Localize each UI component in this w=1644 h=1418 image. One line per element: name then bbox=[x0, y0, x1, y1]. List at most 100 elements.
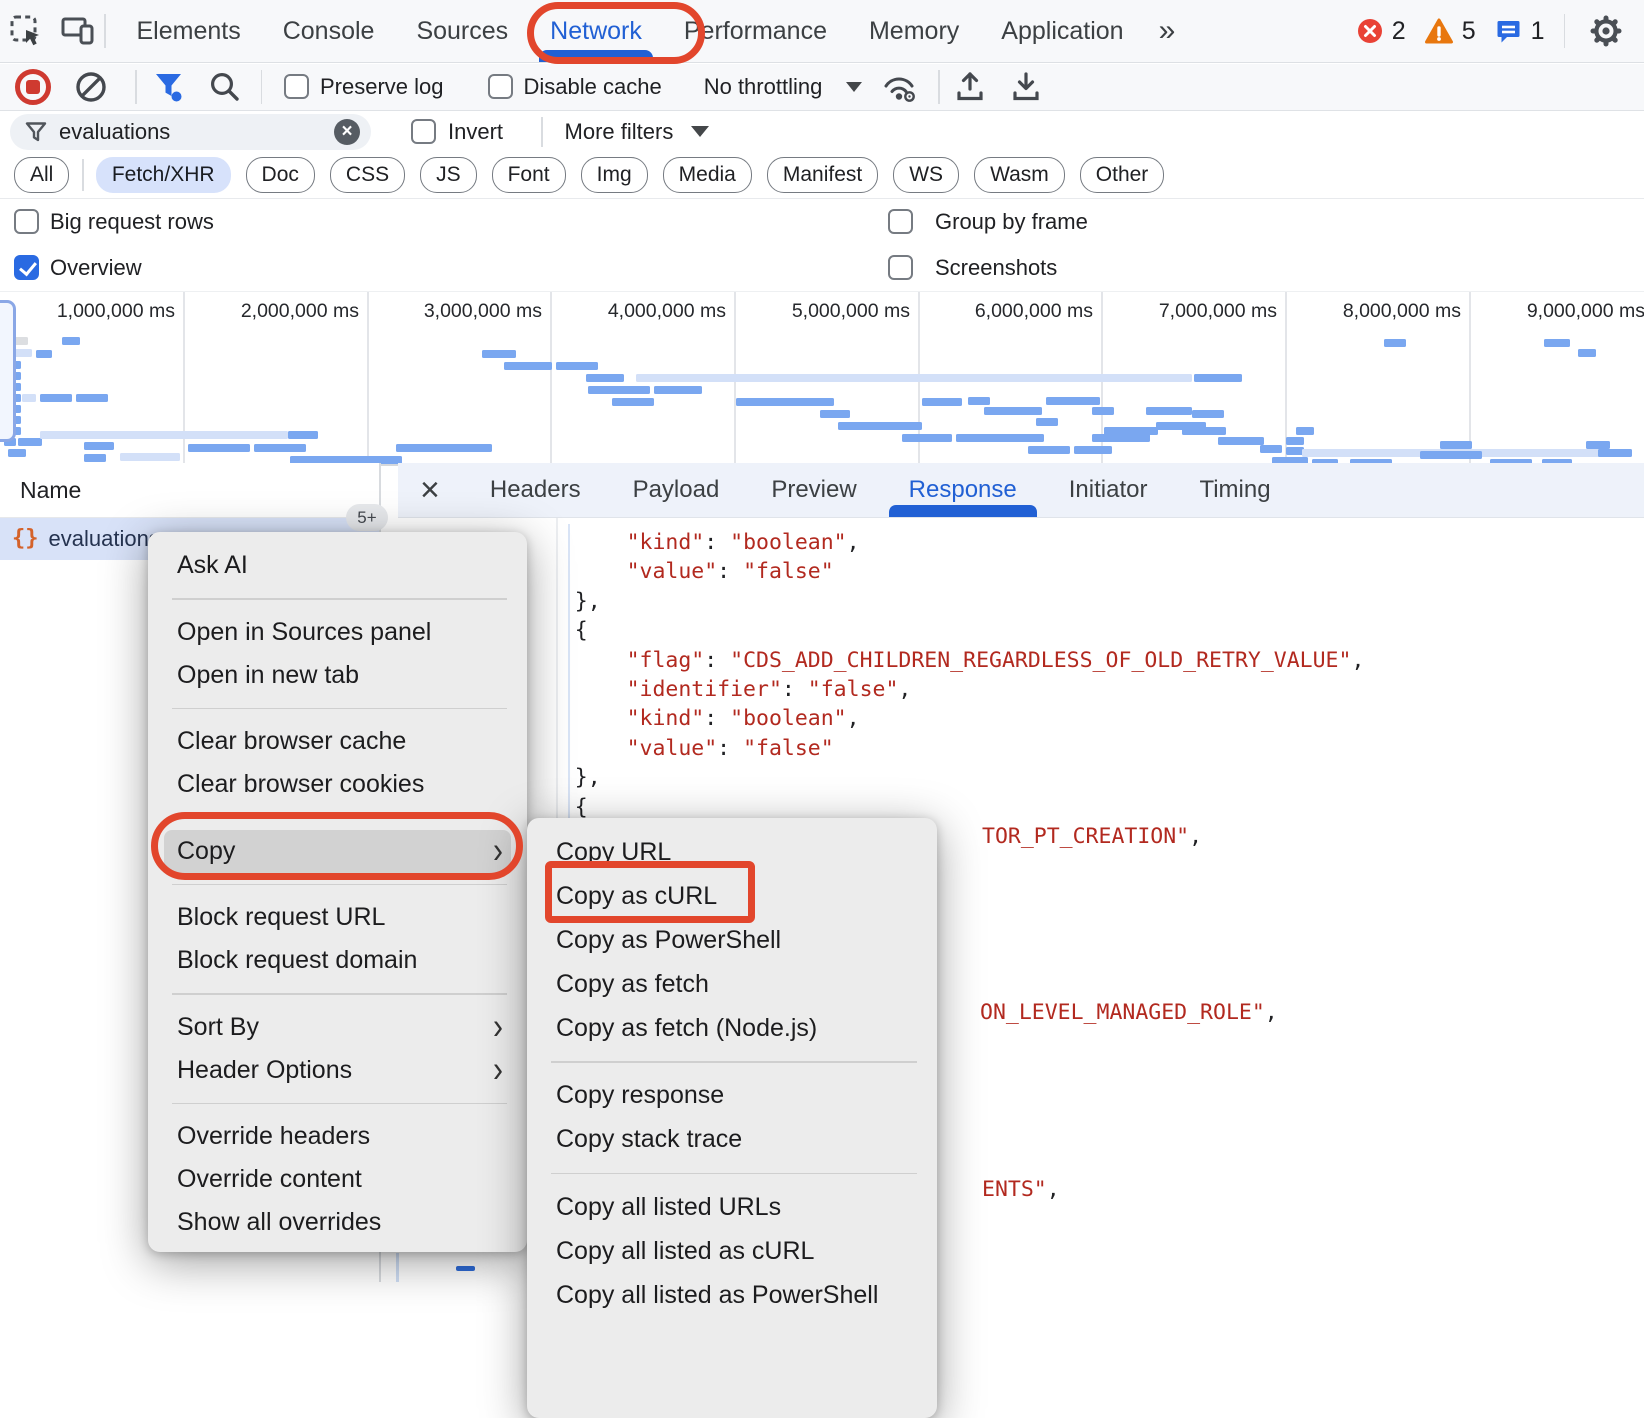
requests-table-header[interactable]: Name bbox=[0, 463, 379, 518]
network-overview-timeline[interactable]: 1,000,000 ms2,000,000 ms3,000,000 ms4,00… bbox=[0, 291, 1644, 466]
menu-separator bbox=[172, 598, 507, 600]
type-filter-wasm[interactable]: Wasm bbox=[974, 157, 1065, 193]
filter-input[interactable]: evaluations × bbox=[10, 114, 371, 150]
warning-count: 5 bbox=[1462, 17, 1476, 46]
invert-checkbox[interactable] bbox=[411, 119, 436, 144]
disable-cache-checkbox[interactable] bbox=[488, 74, 513, 99]
more-filters-button[interactable]: More filters bbox=[565, 119, 674, 145]
menu-item-header-options[interactable]: Header Options› bbox=[148, 1049, 527, 1092]
throttling-caret-icon[interactable] bbox=[846, 82, 862, 92]
export-har-icon[interactable] bbox=[1000, 56, 1052, 118]
menu-item-label: Copy URL bbox=[556, 838, 671, 867]
detail-tab-preview[interactable]: Preview bbox=[745, 463, 882, 517]
type-filter-other[interactable]: Other bbox=[1080, 157, 1165, 193]
menu-item-copy-url[interactable]: Copy URL bbox=[527, 830, 937, 874]
detail-tab-headers[interactable]: Headers bbox=[464, 463, 607, 517]
menu-item-copy-all-listed-urls[interactable]: Copy all listed URLs bbox=[527, 1185, 937, 1229]
tab-sources[interactable]: Sources bbox=[395, 0, 529, 62]
type-filter-doc[interactable]: Doc bbox=[246, 157, 315, 193]
clear-network-log-icon[interactable] bbox=[65, 56, 117, 118]
tab-elements[interactable]: Elements bbox=[116, 0, 262, 62]
menu-item-copy-response[interactable]: Copy response bbox=[527, 1074, 937, 1118]
pill-divider bbox=[82, 159, 84, 191]
type-filter-font[interactable]: Font bbox=[492, 157, 566, 193]
screenshots-checkbox[interactable] bbox=[888, 255, 913, 280]
type-filter-all[interactable]: All bbox=[14, 157, 69, 193]
menu-item-copy-as-fetch[interactable]: Copy as fetch bbox=[527, 962, 937, 1006]
waterfall-bar bbox=[84, 454, 106, 462]
code-line-fragment: ENTS", bbox=[982, 1175, 1060, 1204]
group-by-frame-label: Group by frame bbox=[935, 209, 1088, 235]
menu-item-clear-browser-cache[interactable]: Clear browser cache bbox=[148, 720, 527, 763]
type-filter-fetch-xhr[interactable]: Fetch/XHR bbox=[96, 157, 231, 193]
more-filters-caret-icon[interactable] bbox=[691, 126, 709, 137]
menu-item-override-content[interactable]: Override content bbox=[148, 1158, 527, 1201]
overview-drag-handle[interactable] bbox=[0, 300, 16, 442]
menu-item-copy-all-listed-as-curl[interactable]: Copy all listed as cURL bbox=[527, 1229, 937, 1273]
type-filter-media[interactable]: Media bbox=[663, 157, 752, 193]
overview-checkbox[interactable] bbox=[14, 255, 39, 280]
detail-tab-initiator[interactable]: Initiator bbox=[1043, 463, 1174, 517]
type-filter-ws[interactable]: WS bbox=[893, 157, 959, 193]
menu-item-ask-ai[interactable]: Ask AI bbox=[148, 544, 527, 587]
filter-funnel-icon bbox=[25, 121, 47, 143]
menu-item-label: Copy all listed as PowerShell bbox=[556, 1281, 878, 1310]
tab-application[interactable]: Application bbox=[980, 0, 1144, 62]
menu-item-open-in-sources-panel[interactable]: Open in Sources panel bbox=[148, 611, 527, 654]
inspect-element-icon[interactable] bbox=[0, 0, 52, 62]
waterfall-bar bbox=[76, 394, 108, 402]
more-tabs-icon[interactable]: » bbox=[1145, 14, 1190, 48]
waterfall-bar bbox=[1578, 349, 1596, 357]
warning-icon[interactable] bbox=[1425, 18, 1453, 44]
request-name[interactable]: evaluations bbox=[49, 526, 160, 552]
tab-network[interactable]: Network bbox=[529, 0, 663, 62]
response-json-viewer[interactable]: "kind": "boolean", "value": "false" }, {… bbox=[523, 528, 1364, 822]
tab-memory[interactable]: Memory bbox=[848, 0, 980, 62]
record-button[interactable] bbox=[15, 69, 51, 105]
code-line: "kind": "boolean", bbox=[523, 704, 1364, 733]
menu-item-open-in-new-tab[interactable]: Open in new tab bbox=[148, 654, 527, 697]
close-detail-icon[interactable]: × bbox=[420, 463, 440, 517]
menu-item-block-request-domain[interactable]: Block request domain bbox=[148, 939, 527, 982]
waterfall-bar bbox=[956, 434, 1044, 442]
message-icon[interactable] bbox=[1495, 18, 1522, 45]
error-icon[interactable] bbox=[1357, 18, 1383, 44]
preserve-log-checkbox[interactable] bbox=[284, 74, 309, 99]
network-conditions-icon[interactable] bbox=[874, 56, 926, 118]
menu-item-label: Open in new tab bbox=[177, 661, 359, 690]
waterfall-bar bbox=[736, 398, 834, 406]
menu-item-override-headers[interactable]: Override headers bbox=[148, 1115, 527, 1158]
type-filter-manifest[interactable]: Manifest bbox=[767, 157, 878, 193]
name-column-header[interactable]: Name bbox=[20, 477, 81, 504]
type-filter-css[interactable]: CSS bbox=[330, 157, 405, 193]
menu-item-sort-by[interactable]: Sort By› bbox=[148, 1006, 527, 1049]
waterfall-bar bbox=[482, 350, 516, 358]
big-request-rows-checkbox[interactable] bbox=[14, 209, 39, 234]
device-toolbar-icon[interactable] bbox=[52, 0, 104, 62]
menu-item-copy-as-curl[interactable]: Copy as cURL bbox=[527, 874, 937, 918]
group-by-frame-checkbox[interactable] bbox=[888, 209, 913, 234]
detail-tab-response[interactable]: Response bbox=[883, 463, 1043, 517]
waterfall-bar bbox=[922, 398, 962, 406]
clear-filter-icon[interactable]: × bbox=[334, 119, 360, 145]
tab-performance[interactable]: Performance bbox=[663, 0, 848, 62]
search-icon[interactable] bbox=[199, 56, 251, 118]
import-har-icon[interactable] bbox=[944, 56, 996, 118]
menu-item-clear-browser-cookies[interactable]: Clear browser cookies bbox=[148, 763, 527, 806]
throttling-select[interactable]: No throttling bbox=[704, 74, 823, 100]
menu-item-copy-stack-trace[interactable]: Copy stack trace bbox=[527, 1118, 937, 1162]
menu-item-block-request-url[interactable]: Block request URL bbox=[148, 896, 527, 939]
menu-item-copy-all-listed-as-powershell[interactable]: Copy all listed as PowerShell bbox=[527, 1273, 937, 1317]
filter-icon[interactable] bbox=[143, 56, 195, 118]
type-filter-js[interactable]: JS bbox=[420, 157, 477, 193]
detail-tab-timing[interactable]: Timing bbox=[1173, 463, 1296, 517]
menu-item-show-all-overrides[interactable]: Show all overrides bbox=[148, 1201, 527, 1244]
code-fold-icon[interactable] bbox=[456, 1266, 475, 1271]
detail-tab-payload[interactable]: Payload bbox=[607, 463, 746, 517]
menu-item-copy[interactable]: Copy› bbox=[164, 830, 511, 873]
settings-gear-icon[interactable] bbox=[1574, 14, 1638, 48]
type-filter-img[interactable]: Img bbox=[581, 157, 648, 193]
tab-console[interactable]: Console bbox=[262, 0, 396, 62]
menu-item-copy-as-fetch-node-js[interactable]: Copy as fetch (Node.js) bbox=[527, 1006, 937, 1050]
menu-item-copy-as-powershell[interactable]: Copy as PowerShell bbox=[527, 918, 937, 962]
